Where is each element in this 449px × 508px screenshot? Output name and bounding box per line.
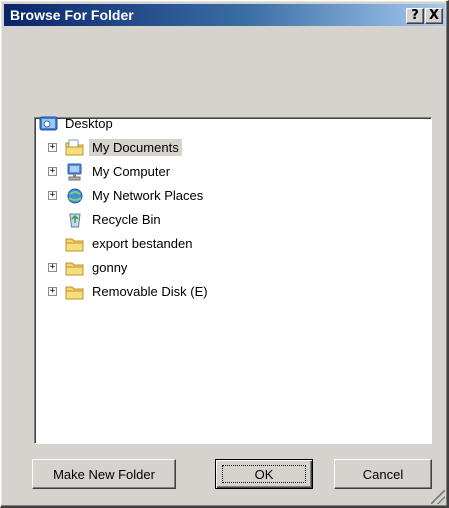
title-bar[interactable]: Browse For Folder ? X [4,4,445,26]
help-button[interactable]: ? [406,8,424,24]
folder-tree[interactable]: Desktop + My Documents + My Computer + M… [34,116,432,444]
expand-icon[interactable]: + [48,143,57,152]
my-documents-folder-icon [65,139,84,156]
cancel-button[interactable]: Cancel [334,459,432,489]
folder-icon [65,286,84,300]
tree-item-label: Removable Disk (E) [92,284,208,299]
tree-item-label: My Computer [92,164,171,179]
recycle-bin-icon [69,213,81,228]
folder-icon [65,238,84,252]
expand-icon[interactable]: + [48,263,57,272]
tree-item-label: Recycle Bin [92,212,161,227]
expand-icon[interactable]: + [48,167,57,176]
window-title: Browse For Folder [10,7,134,23]
browse-for-folder-dialog: Browse For Folder ? X Desktop + My Docum… [0,0,449,508]
tree-item-label: Desktop [65,116,113,131]
expand-icon[interactable]: + [48,287,57,296]
network-places-icon [67,188,83,204]
desktop-icon [39,116,58,131]
folder-icon [65,262,84,276]
focus-rectangle [222,465,306,483]
tree-item-label: gonny [92,260,128,275]
resize-grip-icon[interactable] [431,490,445,504]
ok-button[interactable]: OK [215,459,313,489]
my-computer-icon [67,163,82,181]
help-icon: ? [411,8,419,23]
close-icon: X [428,8,440,23]
tree-item-label: My Network Places [92,188,204,203]
expand-icon[interactable]: + [48,191,57,200]
close-button[interactable]: X [425,8,443,24]
tree-item-label: My Documents [89,139,182,156]
tree-item-label: export bestanden [92,236,193,251]
make-new-folder-button[interactable]: Make New Folder [32,459,176,489]
